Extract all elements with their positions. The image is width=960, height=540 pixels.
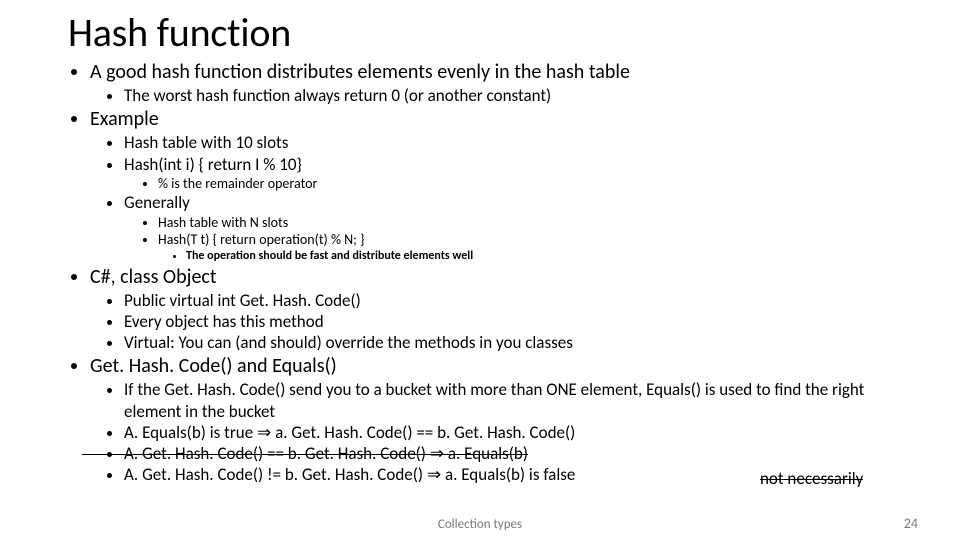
strikethrough-annotation — [760, 479, 863, 480]
bullet-4: Get. Hash. Code() and Equals() If the Ge… — [90, 354, 920, 485]
strikethrough-line-ext-left — [82, 454, 124, 455]
bullet-2-3-1: Hash table with N slots — [158, 214, 920, 232]
bullet-1-text: A good hash function distributes element… — [90, 60, 630, 84]
bullet-2-2: Hash(int i) { return I % 10} % is the re… — [124, 154, 920, 193]
bullet-3-text: C#, class Object — [90, 265, 217, 289]
bullet-2-2-1: % is the remainder operator — [158, 175, 920, 193]
bullet-1-1: The worst hash function always return 0 … — [124, 85, 920, 106]
strikethrough-line-main — [124, 454, 528, 455]
bullet-2-3-2-1: The operation should be fast and distrib… — [186, 249, 920, 264]
bullet-2-3-2: Hash(T t) { return operation(t) % N; } T… — [158, 231, 920, 264]
bullet-3: C#, class Object Public virtual int Get.… — [90, 265, 920, 354]
bullet-4-2: A. Equals(b) is true ⇒ a. Get. Hash. Cod… — [124, 422, 920, 443]
bullet-list: A good hash function distributes element… — [68, 60, 920, 486]
bullet-2-3-text: Generally — [124, 192, 190, 213]
slide-number: 24 — [904, 515, 918, 532]
bullet-2: Example Hash table with 10 slots Hash(in… — [90, 107, 920, 263]
bullet-4-text: Get. Hash. Code() and Equals() — [90, 354, 337, 378]
bullet-2-2-text: Hash(int i) { return I % 10} — [124, 154, 302, 175]
slide-title: Hash function — [68, 12, 920, 54]
bullet-3-2: Every object has this method — [124, 311, 920, 332]
bullet-4-1: If the Get. Hash. Code() send you to a b… — [124, 379, 920, 422]
bullet-3-1: Public virtual int Get. Hash. Code() — [124, 290, 920, 311]
bullet-1: A good hash function distributes element… — [90, 60, 920, 106]
bullet-2-3: Generally Hash table with N slots Hash(T… — [124, 192, 920, 263]
bullet-3-3: Virtual: You can (and should) override t… — [124, 332, 920, 353]
bullet-4-3-text: A. Get. Hash. Code() == b. Get. Hash. Co… — [124, 443, 528, 464]
bullet-2-text: Example — [90, 107, 159, 131]
annotation-not-necessarily: not necessarily — [760, 468, 863, 489]
footer-center: Collection types — [0, 517, 960, 532]
bullet-2-3-2-text: Hash(T t) { return operation(t) % N; } — [158, 231, 364, 248]
bullet-2-1: Hash table with 10 slots — [124, 132, 920, 153]
bullet-4-3: A. Get. Hash. Code() == b. Get. Hash. Co… — [124, 443, 920, 464]
